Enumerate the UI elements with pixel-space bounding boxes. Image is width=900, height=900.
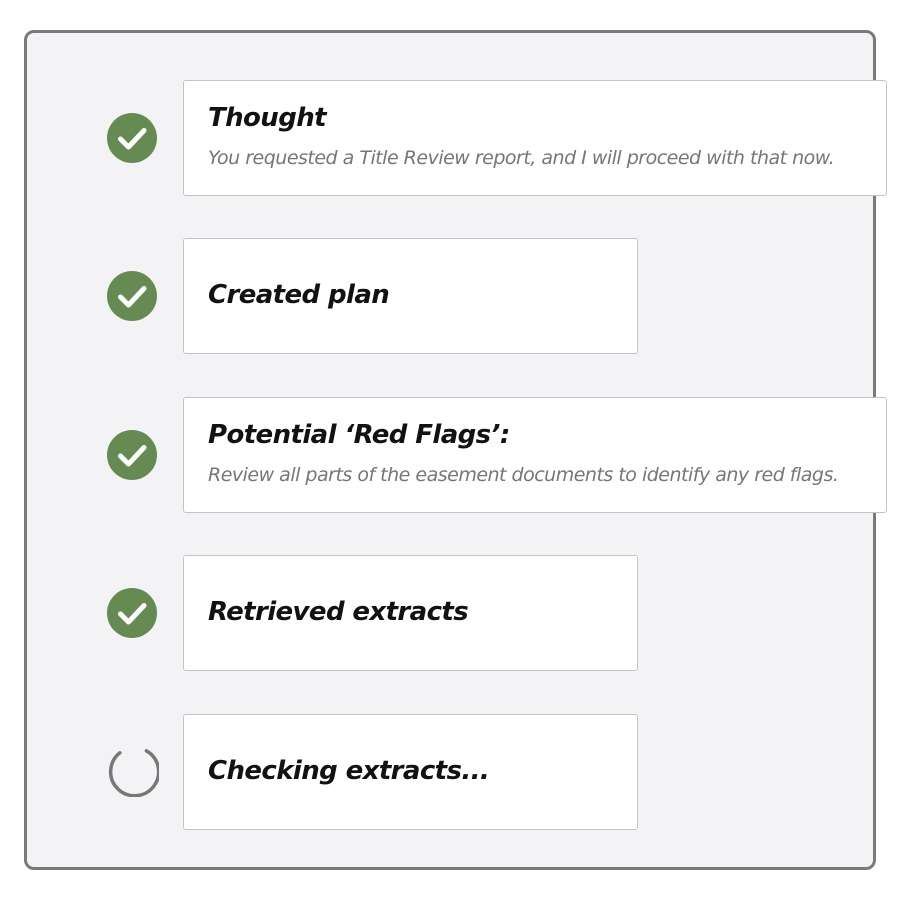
step-card: Thought You requested a Title Review rep… <box>183 80 887 196</box>
step-card: Created plan <box>183 238 638 354</box>
check-circle-icon <box>107 430 157 480</box>
step-checking-extracts: Checking extracts... <box>67 714 847 830</box>
check-circle-icon <box>107 588 157 638</box>
step-title: Created plan <box>208 280 390 310</box>
step-title: Thought <box>208 103 327 133</box>
step-thought: Thought You requested a Title Review rep… <box>67 80 887 196</box>
check-circle-icon <box>107 113 157 163</box>
step-card: Retrieved extracts <box>183 555 638 671</box>
step-subtitle: You requested a Title Review report, and… <box>208 147 835 169</box>
step-card: Potential ‘Red Flags’: Review all parts … <box>183 397 887 513</box>
step-title: Checking extracts... <box>208 756 490 786</box>
step-retrieved-extracts: Retrieved extracts <box>67 555 847 671</box>
step-card: Checking extracts... <box>183 714 638 830</box>
loading-spinner-icon <box>108 749 159 797</box>
step-red-flags: Potential ‘Red Flags’: Review all parts … <box>67 397 887 513</box>
check-circle-icon <box>107 271 157 321</box>
step-subtitle: Review all parts of the easement documen… <box>208 464 839 486</box>
step-title: Potential ‘Red Flags’: <box>208 420 510 450</box>
step-title: Retrieved extracts <box>208 597 469 627</box>
progress-panel: Thought You requested a Title Review rep… <box>24 30 887 870</box>
step-created-plan: Created plan <box>67 238 847 354</box>
